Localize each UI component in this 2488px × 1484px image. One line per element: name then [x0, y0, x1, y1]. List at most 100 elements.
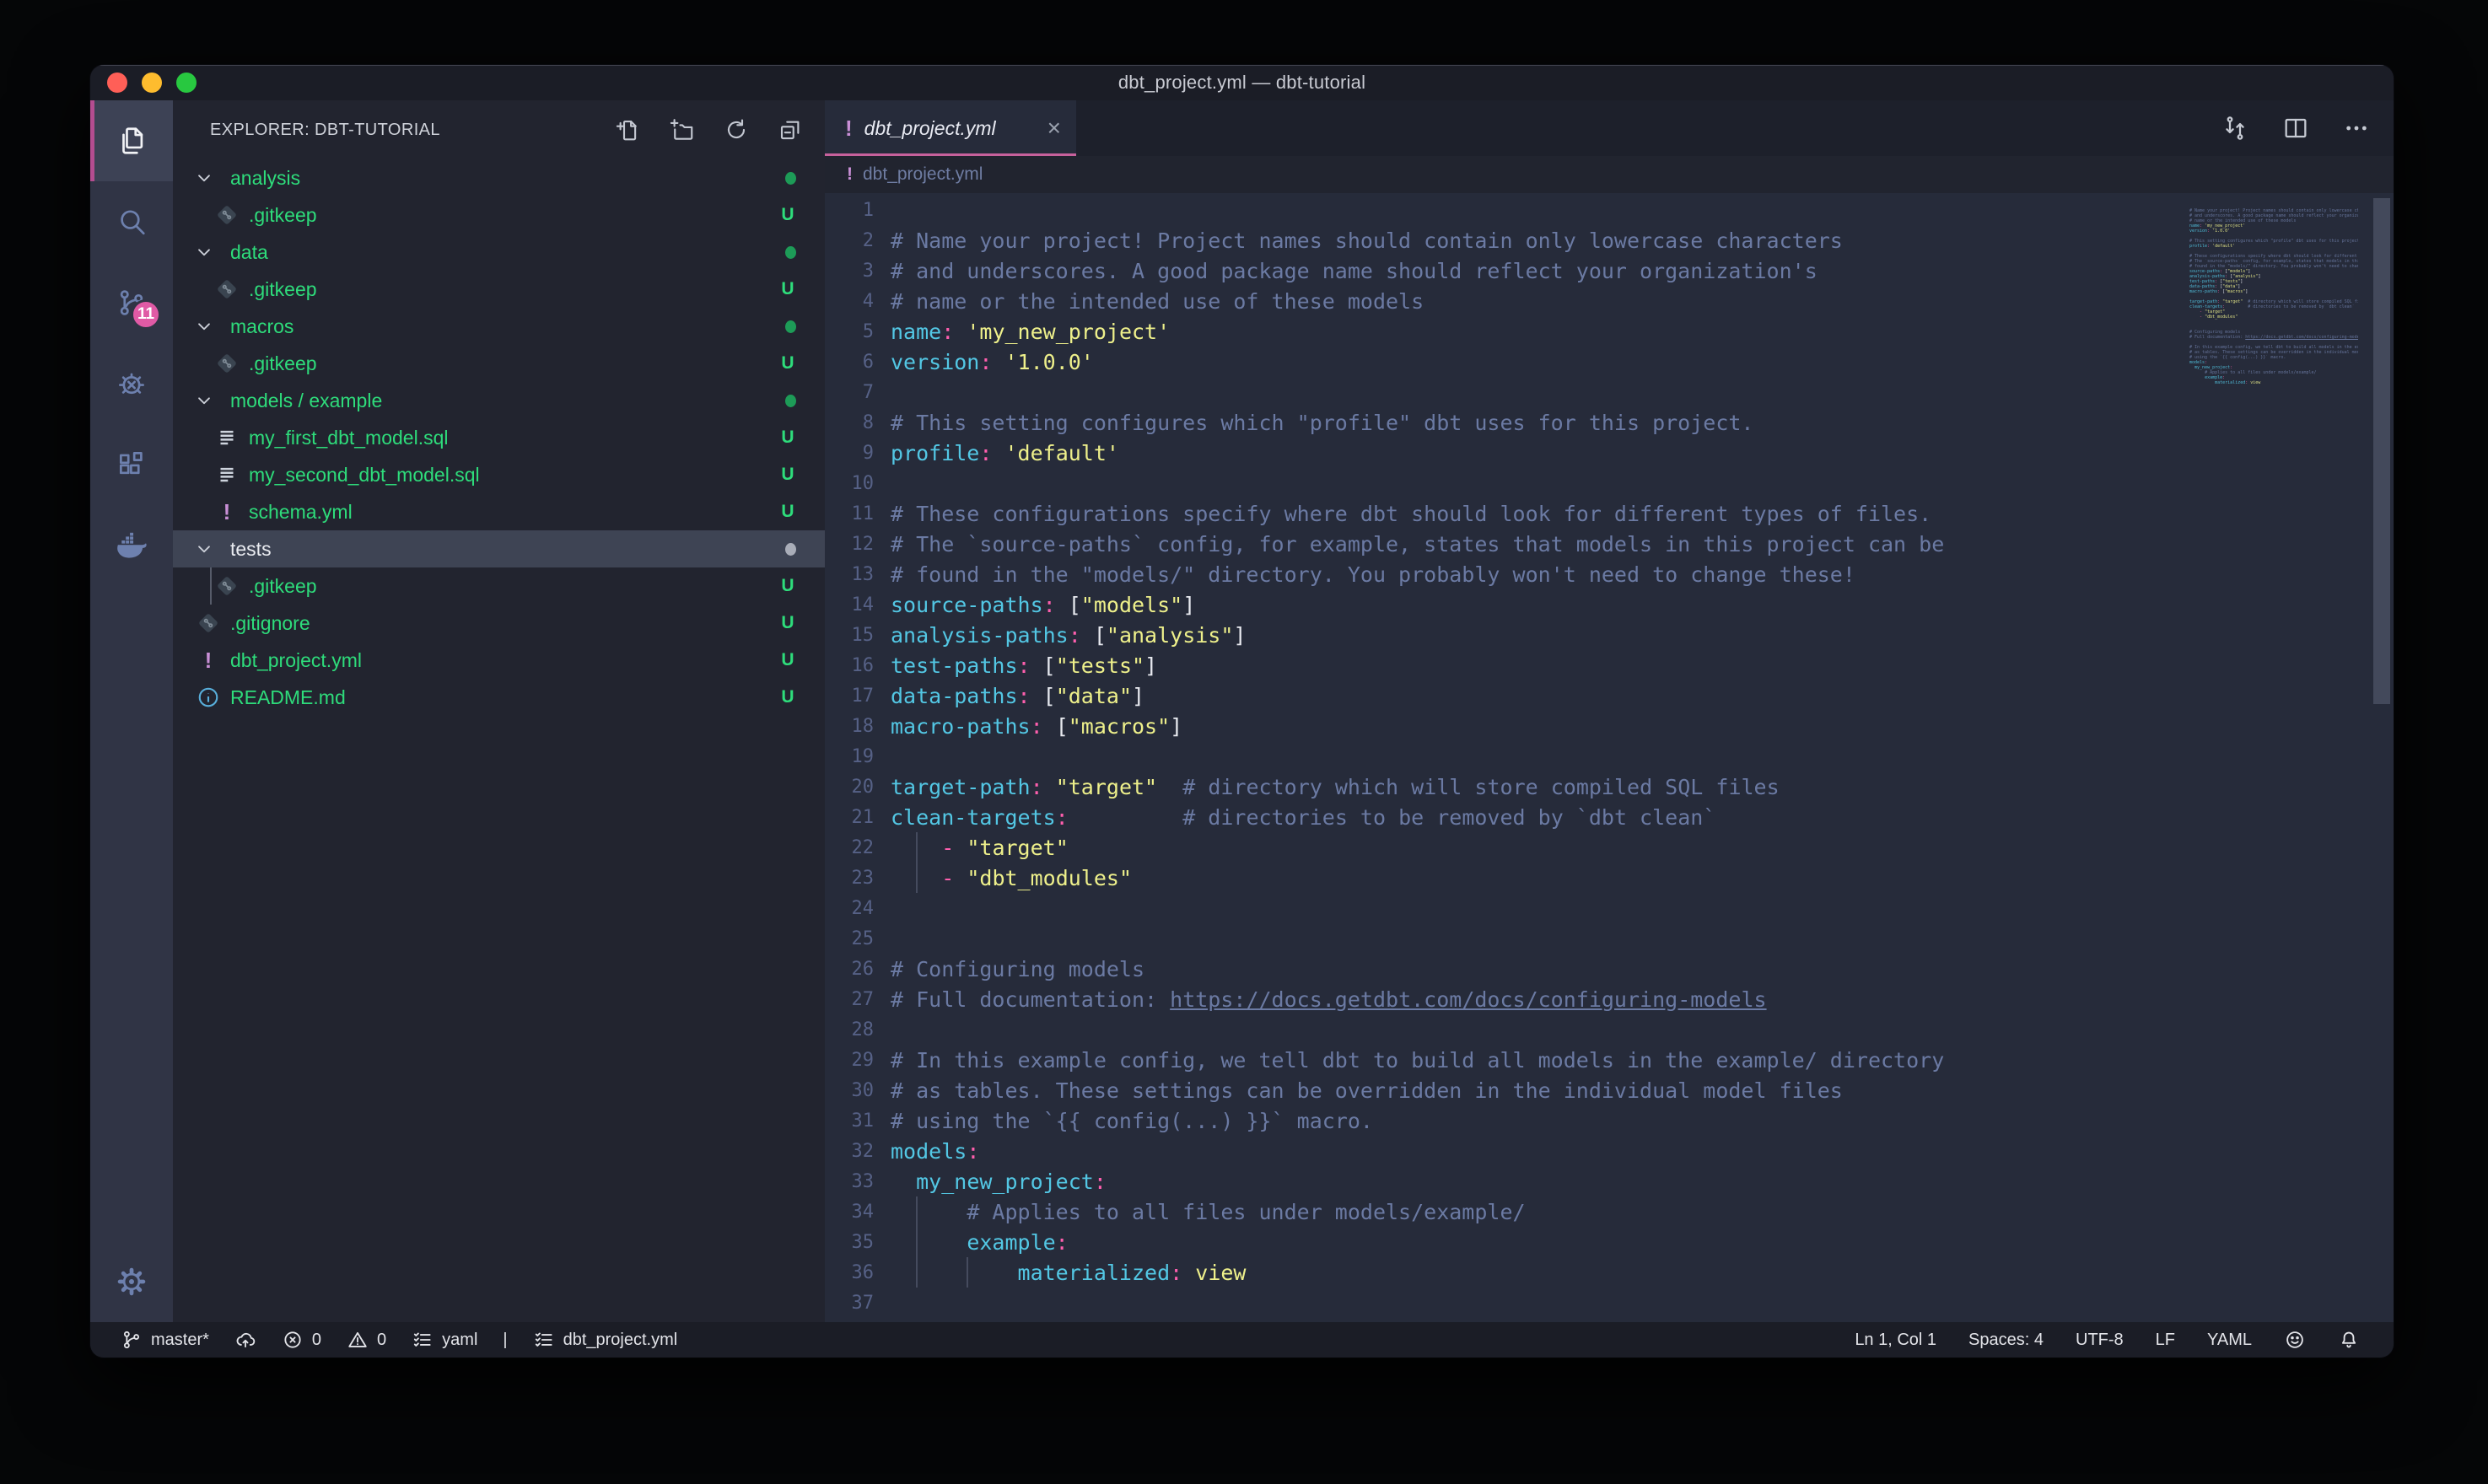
tree-file-schema-yml[interactable]: !schema.ymlU [173, 493, 825, 530]
status-errors[interactable]: 0 [282, 1329, 321, 1351]
code-line-36[interactable]: 36 materialized: view [825, 1257, 2394, 1288]
line-number: 30 [825, 1080, 874, 1101]
status-notifications[interactable] [2338, 1329, 2360, 1351]
code-line-25[interactable]: 25 [825, 923, 2394, 954]
tab-dbt-project-yml[interactable]: ! dbt_project.yml × [825, 100, 1076, 156]
more-actions-button[interactable] [2343, 115, 2370, 142]
tree-file-readme-md[interactable]: README.mdU [173, 679, 825, 716]
code-line-22[interactable]: 22 - "target" [825, 832, 2394, 863]
line-number: 24 [825, 898, 874, 919]
tree-folder-data[interactable]: data [173, 234, 825, 271]
zoom-window-button[interactable] [176, 73, 197, 93]
code-line-20[interactable]: 20target-path: "target" # directory whic… [825, 772, 2394, 802]
status-indentation[interactable]: Spaces: 4 [1968, 1331, 2044, 1350]
new-file-button[interactable] [616, 117, 641, 142]
code-line-11[interactable]: 11# These configurations specify where d… [825, 498, 2394, 529]
code-line-9[interactable]: 9profile: 'default' [825, 438, 2394, 468]
status-cursor-position[interactable]: Ln 1, Col 1 [1855, 1331, 1936, 1350]
code-line-4[interactable]: 4# name or the intended use of these mod… [825, 286, 2394, 316]
tree-file--gitignore[interactable]: .gitignoreU [173, 605, 825, 642]
code-line-26[interactable]: 26# Configuring models [825, 954, 2394, 984]
activity-item-source-control[interactable]: 11 [90, 262, 173, 343]
split-editor-button[interactable] [2282, 115, 2309, 142]
line-number: 5 [825, 321, 874, 342]
activity-item-explorer[interactable] [90, 100, 173, 181]
code-line-33[interactable]: 33 my_new_project: [825, 1166, 2394, 1196]
status-language-mode[interactable]: YAML [2207, 1331, 2252, 1350]
tree-folder-macros[interactable]: macros [173, 308, 825, 345]
code-line-14[interactable]: 14source-paths: ["models"] [825, 589, 2394, 620]
code-line-5[interactable]: 5name: 'my_new_project' [825, 316, 2394, 347]
code-line-35[interactable]: 35 example: [825, 1227, 2394, 1257]
code-line-15[interactable]: 15analysis-paths: ["analysis"] [825, 620, 2394, 650]
status-git-branch[interactable]: master* [121, 1329, 209, 1351]
activity-item-search[interactable] [90, 181, 173, 262]
activity-item-run-and-debug[interactable] [90, 343, 173, 424]
chevron-down-icon [193, 538, 215, 560]
files-icon [116, 125, 148, 157]
chevron-down-icon [193, 241, 215, 263]
status-feedback[interactable] [2284, 1329, 2306, 1351]
tree-folder-models-example[interactable]: models / example [173, 382, 825, 419]
code-line-2[interactable]: 2# Name your project! Project names shou… [825, 225, 2394, 255]
code-line-16[interactable]: 16test-paths: ["tests"] [825, 650, 2394, 680]
open-changes-button[interactable] [2221, 115, 2248, 142]
code-line-31[interactable]: 31# using the `{{ config(...) }}` macro. [825, 1105, 2394, 1136]
code-line-8[interactable]: 8# This setting configures which "profil… [825, 407, 2394, 438]
code-line-23[interactable]: 23 - "dbt_modules" [825, 863, 2394, 893]
tree-folder-tests[interactable]: tests [173, 530, 825, 567]
code-area[interactable]: 12# Name your project! Project names sho… [825, 193, 2394, 1322]
editor-scrollbar[interactable] [2373, 198, 2390, 704]
code-line-6[interactable]: 6version: '1.0.0' [825, 347, 2394, 377]
tree-file--gitkeep[interactable]: .gitkeepU [173, 567, 825, 605]
vscode-window: dbt_project.yml — dbt-tutorial 11 EXPLOR… [90, 65, 2394, 1358]
close-window-button[interactable] [107, 73, 127, 93]
smiley-icon [2284, 1329, 2306, 1351]
tree-file-dbt-project-yml[interactable]: !dbt_project.ymlU [173, 642, 825, 679]
refresh-button[interactable] [724, 117, 749, 142]
code-line-1[interactable]: 1 [825, 195, 2394, 225]
code-line-34[interactable]: 34 # Applies to all files under models/e… [825, 1196, 2394, 1227]
status-yaml-file[interactable]: dbt_project.yml [533, 1329, 678, 1351]
line-number: 34 [825, 1202, 874, 1223]
code-line-17[interactable]: 17data-paths: ["data"] [825, 680, 2394, 711]
tree-file--gitkeep[interactable]: .gitkeepU [173, 271, 825, 308]
code-line-19[interactable]: 19 [825, 741, 2394, 772]
code-line-30[interactable]: 30# as tables. These settings can be ove… [825, 1075, 2394, 1105]
activity-item-settings[interactable] [90, 1241, 173, 1322]
minimap[interactable]: # Name your project! Project names shoul… [2189, 203, 2358, 390]
status-eol[interactable]: LF [2156, 1331, 2175, 1350]
tree-file--gitkeep[interactable]: .gitkeepU [173, 196, 825, 234]
tree-file--gitkeep[interactable]: .gitkeepU [173, 345, 825, 382]
status-sync[interactable] [234, 1329, 256, 1351]
minimize-window-button[interactable] [142, 73, 162, 93]
code-line-13[interactable]: 13# found in the "models/" directory. Yo… [825, 559, 2394, 589]
tree-file-my-first-dbt-model-sql[interactable]: my_first_dbt_model.sqlU [173, 419, 825, 456]
status-warnings[interactable]: 0 [347, 1329, 386, 1351]
breadcrumb-file[interactable]: dbt_project.yml [863, 164, 983, 185]
code-line-29[interactable]: 29# In this example config, we tell dbt … [825, 1045, 2394, 1075]
status-separator: | [503, 1331, 507, 1350]
status-yaml-schema[interactable]: yaml [412, 1329, 477, 1351]
code-line-18[interactable]: 18macro-paths: ["macros"] [825, 711, 2394, 741]
collapse-all-button[interactable] [778, 117, 803, 142]
code-line-37[interactable]: 37 [825, 1288, 2394, 1318]
status-encoding[interactable]: UTF-8 [2076, 1331, 2124, 1350]
close-tab-icon[interactable]: × [1047, 116, 1061, 140]
code-line-3[interactable]: 3# and underscores. A good package name … [825, 255, 2394, 286]
code-line-27[interactable]: 27# Full documentation: https://docs.get… [825, 984, 2394, 1014]
extensions-icon [116, 449, 148, 481]
tree-file-my-second-dbt-model-sql[interactable]: my_second_dbt_model.sqlU [173, 456, 825, 493]
tree-folder-analysis[interactable]: analysis [173, 159, 825, 196]
code-line-28[interactable]: 28 [825, 1014, 2394, 1045]
activity-item-extensions[interactable] [90, 424, 173, 505]
code-line-32[interactable]: 32models: [825, 1136, 2394, 1166]
code-line-12[interactable]: 12# The `source-paths` config, for examp… [825, 529, 2394, 559]
code-line-21[interactable]: 21clean-targets: # directories to be rem… [825, 802, 2394, 832]
new-folder-button[interactable] [670, 117, 695, 142]
activity-item-docker[interactable] [90, 505, 173, 586]
code-line-10[interactable]: 10 [825, 468, 2394, 498]
breadcrumb[interactable]: ! dbt_project.yml [825, 156, 2394, 193]
code-line-24[interactable]: 24 [825, 893, 2394, 923]
code-line-7[interactable]: 7 [825, 377, 2394, 407]
